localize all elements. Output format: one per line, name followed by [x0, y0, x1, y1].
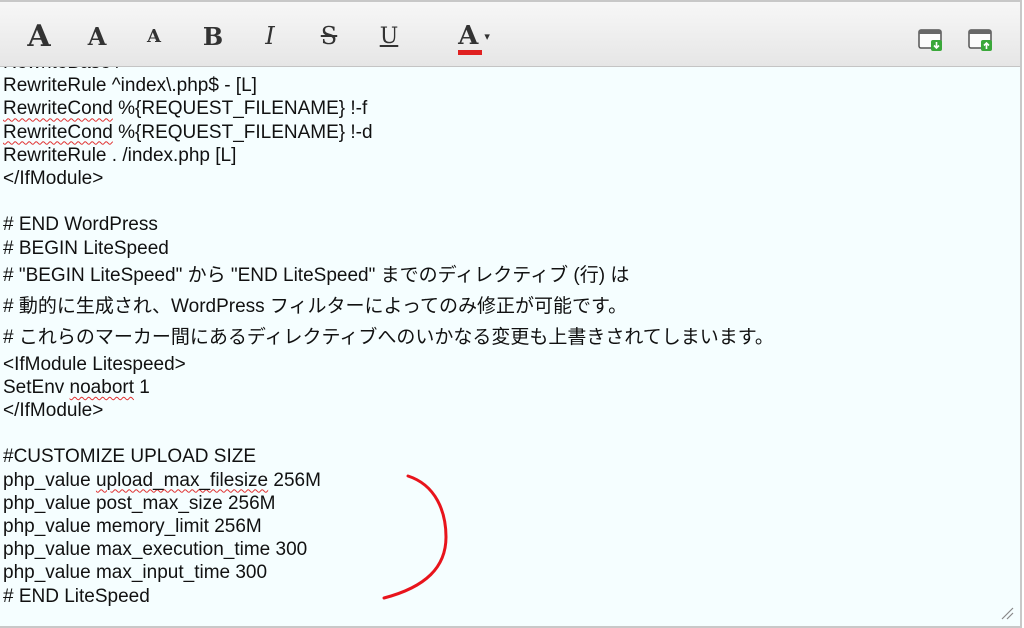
- code-line: php_value memory_limit 256M: [3, 515, 774, 538]
- code-text: %{REQUEST_FILENAME} !-f: [112, 98, 368, 120]
- htaccess-text-area[interactable]: RewriteBase / RewriteRule ^index\.php$ - …: [0, 67, 1020, 626]
- code-text: #CUSTOMIZE UPLOAD SIZE: [3, 446, 257, 468]
- font-size-medium-button[interactable]: A: [82, 18, 112, 54]
- window-upload-icon[interactable]: [968, 28, 994, 52]
- code-line: SetEnv noabort 1: [3, 376, 774, 399]
- code-line: </IfModule>: [3, 399, 774, 422]
- window-download-icon[interactable]: [918, 28, 944, 52]
- code-text: <IfModule Litespeed>: [3, 353, 186, 375]
- formatting-toolbar: A A A B I S U A ▾: [0, 2, 1020, 67]
- italic-button[interactable]: I: [256, 18, 284, 54]
- code-text: php_value max_input_time 300: [3, 562, 268, 584]
- code-line: RewriteCond %{REQUEST_FILENAME} !-d: [3, 121, 774, 144]
- code-text: php_value max_execution_time 300: [3, 539, 308, 561]
- code-line: php_value post_max_size 256M: [3, 492, 774, 515]
- spellcheck-word: RewriteCond: [3, 98, 113, 120]
- code-text: # END WordPress: [3, 214, 158, 236]
- code-text: 1: [134, 376, 150, 398]
- code-text: SetEnv: [3, 376, 70, 398]
- code-text: 256M: [268, 469, 321, 491]
- spellcheck-word: noabort: [69, 376, 134, 398]
- code-text: # BEGIN LiteSpeed: [3, 237, 169, 259]
- chevron-down-icon[interactable]: ▾: [484, 30, 490, 43]
- spellcheck-word: upload_max_filesize: [95, 469, 269, 491]
- text-color-letter: A: [458, 21, 483, 55]
- code-line: RewriteCond %{REQUEST_FILENAME} !-f: [3, 97, 774, 120]
- code-line: RewriteBase /: [3, 67, 774, 74]
- code-text: # 動的に生成され、WordPress フィルターによってのみ修正が可能です。: [3, 295, 628, 317]
- underline-button[interactable]: U: [372, 18, 406, 54]
- code-line: # BEGIN LiteSpeed: [3, 237, 774, 260]
- code-line: php_value max_input_time 300: [3, 561, 774, 584]
- code-text: # "BEGIN LiteSpeed" から "END LiteSpeed" ま…: [3, 264, 630, 286]
- code-text: # これらのマーカー間にあるディレクティブへのいかなる変更も上書きされてしまいま…: [3, 326, 774, 348]
- strikethrough-button[interactable]: S: [312, 18, 346, 54]
- code-line: php_value upload_max_filesize 256M: [3, 469, 774, 492]
- font-size-large-button[interactable]: A: [22, 18, 56, 54]
- font-size-small-button[interactable]: A: [140, 18, 168, 54]
- code-line: <IfModule Litespeed>: [3, 353, 774, 376]
- code-text: %{REQUEST_FILENAME} !-d: [112, 121, 373, 143]
- code-text: </IfModule>: [3, 167, 104, 189]
- resize-handle-icon[interactable]: [1000, 606, 1014, 620]
- code-line: RewriteRule . /index.php [L]: [3, 144, 774, 167]
- code-text: php_value memory_limit 256M: [3, 516, 262, 537]
- code-text: # END LiteSpeed: [3, 585, 150, 607]
- code-text: </IfModule>: [3, 400, 104, 422]
- editor-frame: A A A B I S U A ▾ RewriteRule ^index\.ph…: [0, 0, 1022, 628]
- spellcheck-word: RewriteCond: [3, 121, 113, 143]
- code-text: php_value: [3, 469, 96, 491]
- code-line: </IfModule>: [3, 167, 774, 190]
- code-line: #CUSTOMIZE UPLOAD SIZE: [3, 445, 774, 468]
- code-line: # END LiteSpeed: [3, 585, 774, 608]
- code-line: # これらのマーカー間にあるディレクティブへのいかなる変更も上書きされてしまいま…: [3, 322, 774, 353]
- code-line: # 動的に生成され、WordPress フィルターによってのみ修正が可能です。: [3, 291, 774, 322]
- code-text: RewriteRule . /index.php [L]: [3, 144, 237, 166]
- text-color-button[interactable]: A ▾: [444, 18, 504, 55]
- code-line: # "BEGIN LiteSpeed" から "END LiteSpeed" ま…: [3, 260, 774, 291]
- code-text: php_value post_max_size 256M: [3, 492, 276, 514]
- code-text: RewriteRule ^index\.php$ - [L]: [3, 75, 257, 97]
- code-lines: RewriteBase / RewriteRule ^index\.php$ - …: [3, 67, 774, 608]
- code-line: # END WordPress: [3, 213, 774, 236]
- text-color-swatch: [458, 50, 483, 55]
- code-line: RewriteRule ^index\.php$ - [L]: [3, 74, 774, 97]
- code-text: RewriteBase /: [3, 67, 121, 73]
- code-line: php_value max_execution_time 300: [3, 538, 774, 561]
- bold-button[interactable]: B: [198, 18, 228, 54]
